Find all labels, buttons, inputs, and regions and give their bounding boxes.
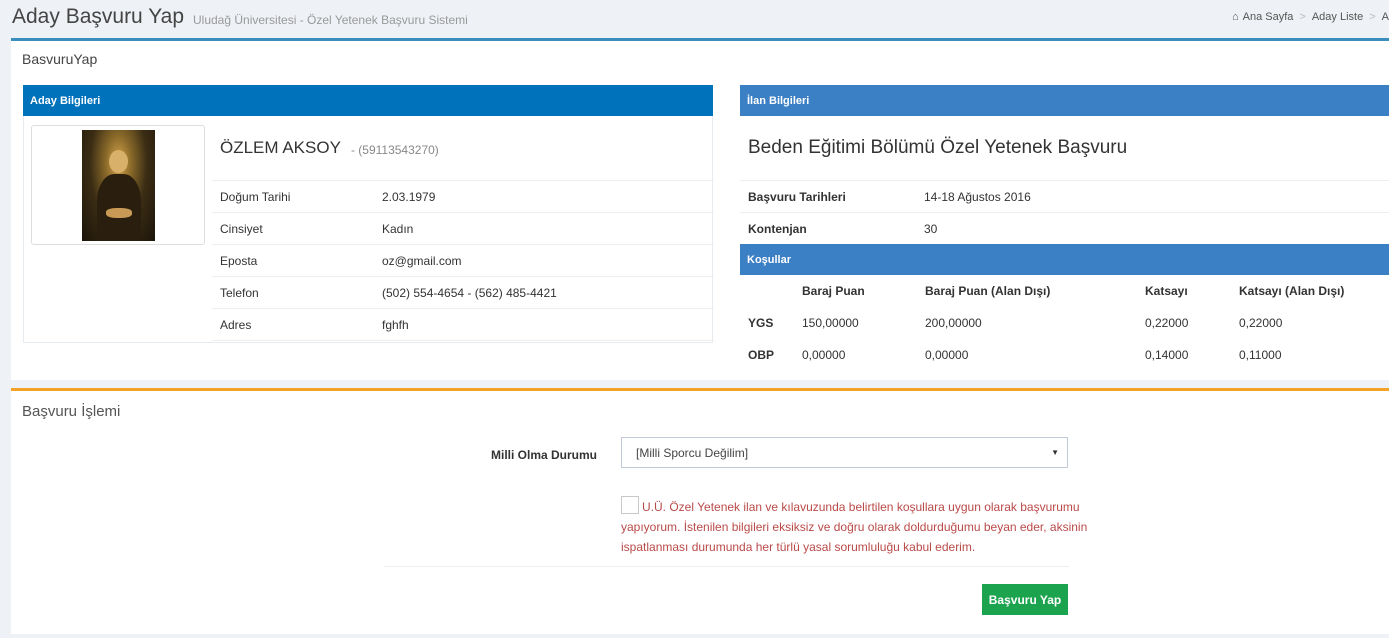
kosul-cell: 0,14000: [1145, 348, 1189, 362]
kosullar-table: Baraj Puan Baraj Puan (Alan Dışı) Katsay…: [740, 275, 1389, 371]
kosul-cell: 0,22000: [1239, 316, 1283, 330]
breadcrumb: ⌂ Ana Sayfa > Aday Liste > A: [1232, 11, 1389, 23]
kosul-col-header: Baraj Puan (Alan Dışı): [925, 284, 1051, 298]
ilan-value: 14-18 Ağustos 2016: [924, 189, 1031, 204]
info-label: Adres: [220, 317, 252, 332]
ilan-bilgileri-panel: Beden Eğitimi Bölümü Özel Yetenek Başvur…: [740, 116, 1389, 245]
page-title: Aday Başvuru Yap: [12, 5, 184, 28]
basvuru-portlet: BasvuruYap Aday Bilgileri ÖZLEM AKSOY - …: [11, 38, 1389, 380]
kosullar-header: Koşullar: [740, 244, 1389, 275]
kosul-col-header: Katsayı (Alan Dışı): [1239, 284, 1345, 298]
info-label: Doğum Tarihi: [220, 189, 291, 204]
milli-olma-label: Milli Olma Durumu: [490, 448, 597, 462]
info-label: Telefon: [220, 285, 259, 300]
info-value: oz@gmail.com: [382, 253, 462, 268]
home-icon: ⌂: [1231, 11, 1239, 23]
consent-text: U.Ü. Özel Yetenek ilan ve kılavuzunda be…: [621, 500, 1088, 554]
info-label: Cinsiyet: [220, 221, 263, 236]
kosul-cell: OBP: [748, 348, 775, 362]
info-value: fghfh: [382, 317, 409, 332]
ilan-label: Kontenjan: [748, 221, 807, 236]
aday-bilgileri-header: Aday Bilgileri: [23, 85, 713, 116]
info-value: Kadın: [382, 221, 414, 236]
breadcrumb-separator: >: [1299, 11, 1306, 23]
kosul-cell: YGS: [748, 316, 774, 330]
caret-down-icon: ▼: [1051, 448, 1059, 457]
breadcrumb-home[interactable]: Ana Sayfa: [1243, 11, 1294, 23]
table-row: OBP 0,00000 0,00000 0,14000 0,11000: [740, 339, 1389, 371]
kosul-col-header: Baraj Puan: [802, 284, 865, 298]
photo-face: [109, 150, 128, 173]
kosul-cell: 200,00000: [925, 316, 982, 330]
basvuru-islemi-portlet: Başvuru İşlemi Milli Olma Durumu [Milli …: [11, 388, 1389, 634]
kosul-col-header: Katsayı: [1145, 284, 1188, 298]
candidate-name-row: ÖZLEM AKSOY - (59113543270): [212, 116, 714, 181]
breadcrumb-current[interactable]: A: [1382, 11, 1389, 23]
breadcrumb-aday-liste[interactable]: Aday Liste: [1312, 11, 1363, 23]
aday-info-table: ÖZLEM AKSOY - (59113543270) Doğum Tarihi…: [212, 116, 714, 341]
ilan-row-tarih: Başvuru Tarihleri 14-18 Ağustos 2016: [740, 181, 1389, 213]
candidate-photo: [82, 130, 155, 241]
info-row-adres: Adres fghfh: [212, 309, 714, 341]
ilan-bilgileri-header: İlan Bilgileri: [740, 85, 1389, 116]
candidate-name: ÖZLEM AKSOY: [220, 138, 341, 157]
kosul-cell: 0,11000: [1239, 348, 1282, 362]
info-row-cinsiyet: Cinsiyet Kadın: [212, 213, 714, 245]
milli-olma-select[interactable]: [Milli Sporcu Değilim] ▼: [621, 437, 1068, 468]
kosul-cell: 0,22000: [1145, 316, 1189, 330]
left-strip: [0, 34, 11, 638]
form-divider: [384, 566, 1069, 567]
breadcrumb-separator: >: [1369, 11, 1376, 23]
ilan-value: 30: [924, 221, 938, 236]
candidate-photo-frame: [31, 125, 205, 245]
info-value: 2.03.1979: [382, 189, 436, 204]
info-value: (502) 554-4654 - (562) 485-4421: [382, 285, 557, 300]
basvuru-yap-button[interactable]: Başvuru Yap: [982, 584, 1068, 615]
page-subtitle: Uludağ Üniversitesi - Özel Yetenek Başvu…: [193, 12, 468, 27]
info-row-dogum: Doğum Tarihi 2.03.1979: [212, 181, 714, 213]
info-row-telefon: Telefon (502) 554-4654 - (562) 485-4421: [212, 277, 714, 309]
ilan-title: Beden Eğitimi Bölümü Özel Yetenek Başvur…: [740, 116, 1389, 181]
kosul-cell: 0,00000: [925, 348, 969, 362]
kosul-cell: 0,00000: [802, 348, 846, 362]
portlet-title: BasvuruYap: [22, 51, 98, 67]
photo-hands: [106, 208, 132, 218]
info-row-eposta: Eposta oz@gmail.com: [212, 245, 714, 277]
ilan-row-kontenjan: Kontenjan 30: [740, 213, 1389, 245]
milli-olma-selected: [Milli Sporcu Değilim]: [636, 445, 749, 460]
basvuru-islemi-title: Başvuru İşlemi: [22, 403, 121, 420]
kosullar-header-row: Baraj Puan Baraj Puan (Alan Dışı) Katsay…: [740, 275, 1389, 307]
kosul-cell: 150,00000: [802, 316, 859, 330]
page-header: Aday Başvuru Yap Uludağ Üniversitesi - Ö…: [0, 0, 1389, 34]
table-row: YGS 150,00000 200,00000 0,22000 0,22000: [740, 307, 1389, 339]
candidate-tc: - (59113543270): [350, 142, 439, 157]
ilan-label: Başvuru Tarihleri: [748, 189, 846, 204]
info-label: Eposta: [220, 253, 258, 268]
aday-bilgileri-panel: ÖZLEM AKSOY - (59113543270) Doğum Tarihi…: [23, 116, 714, 343]
